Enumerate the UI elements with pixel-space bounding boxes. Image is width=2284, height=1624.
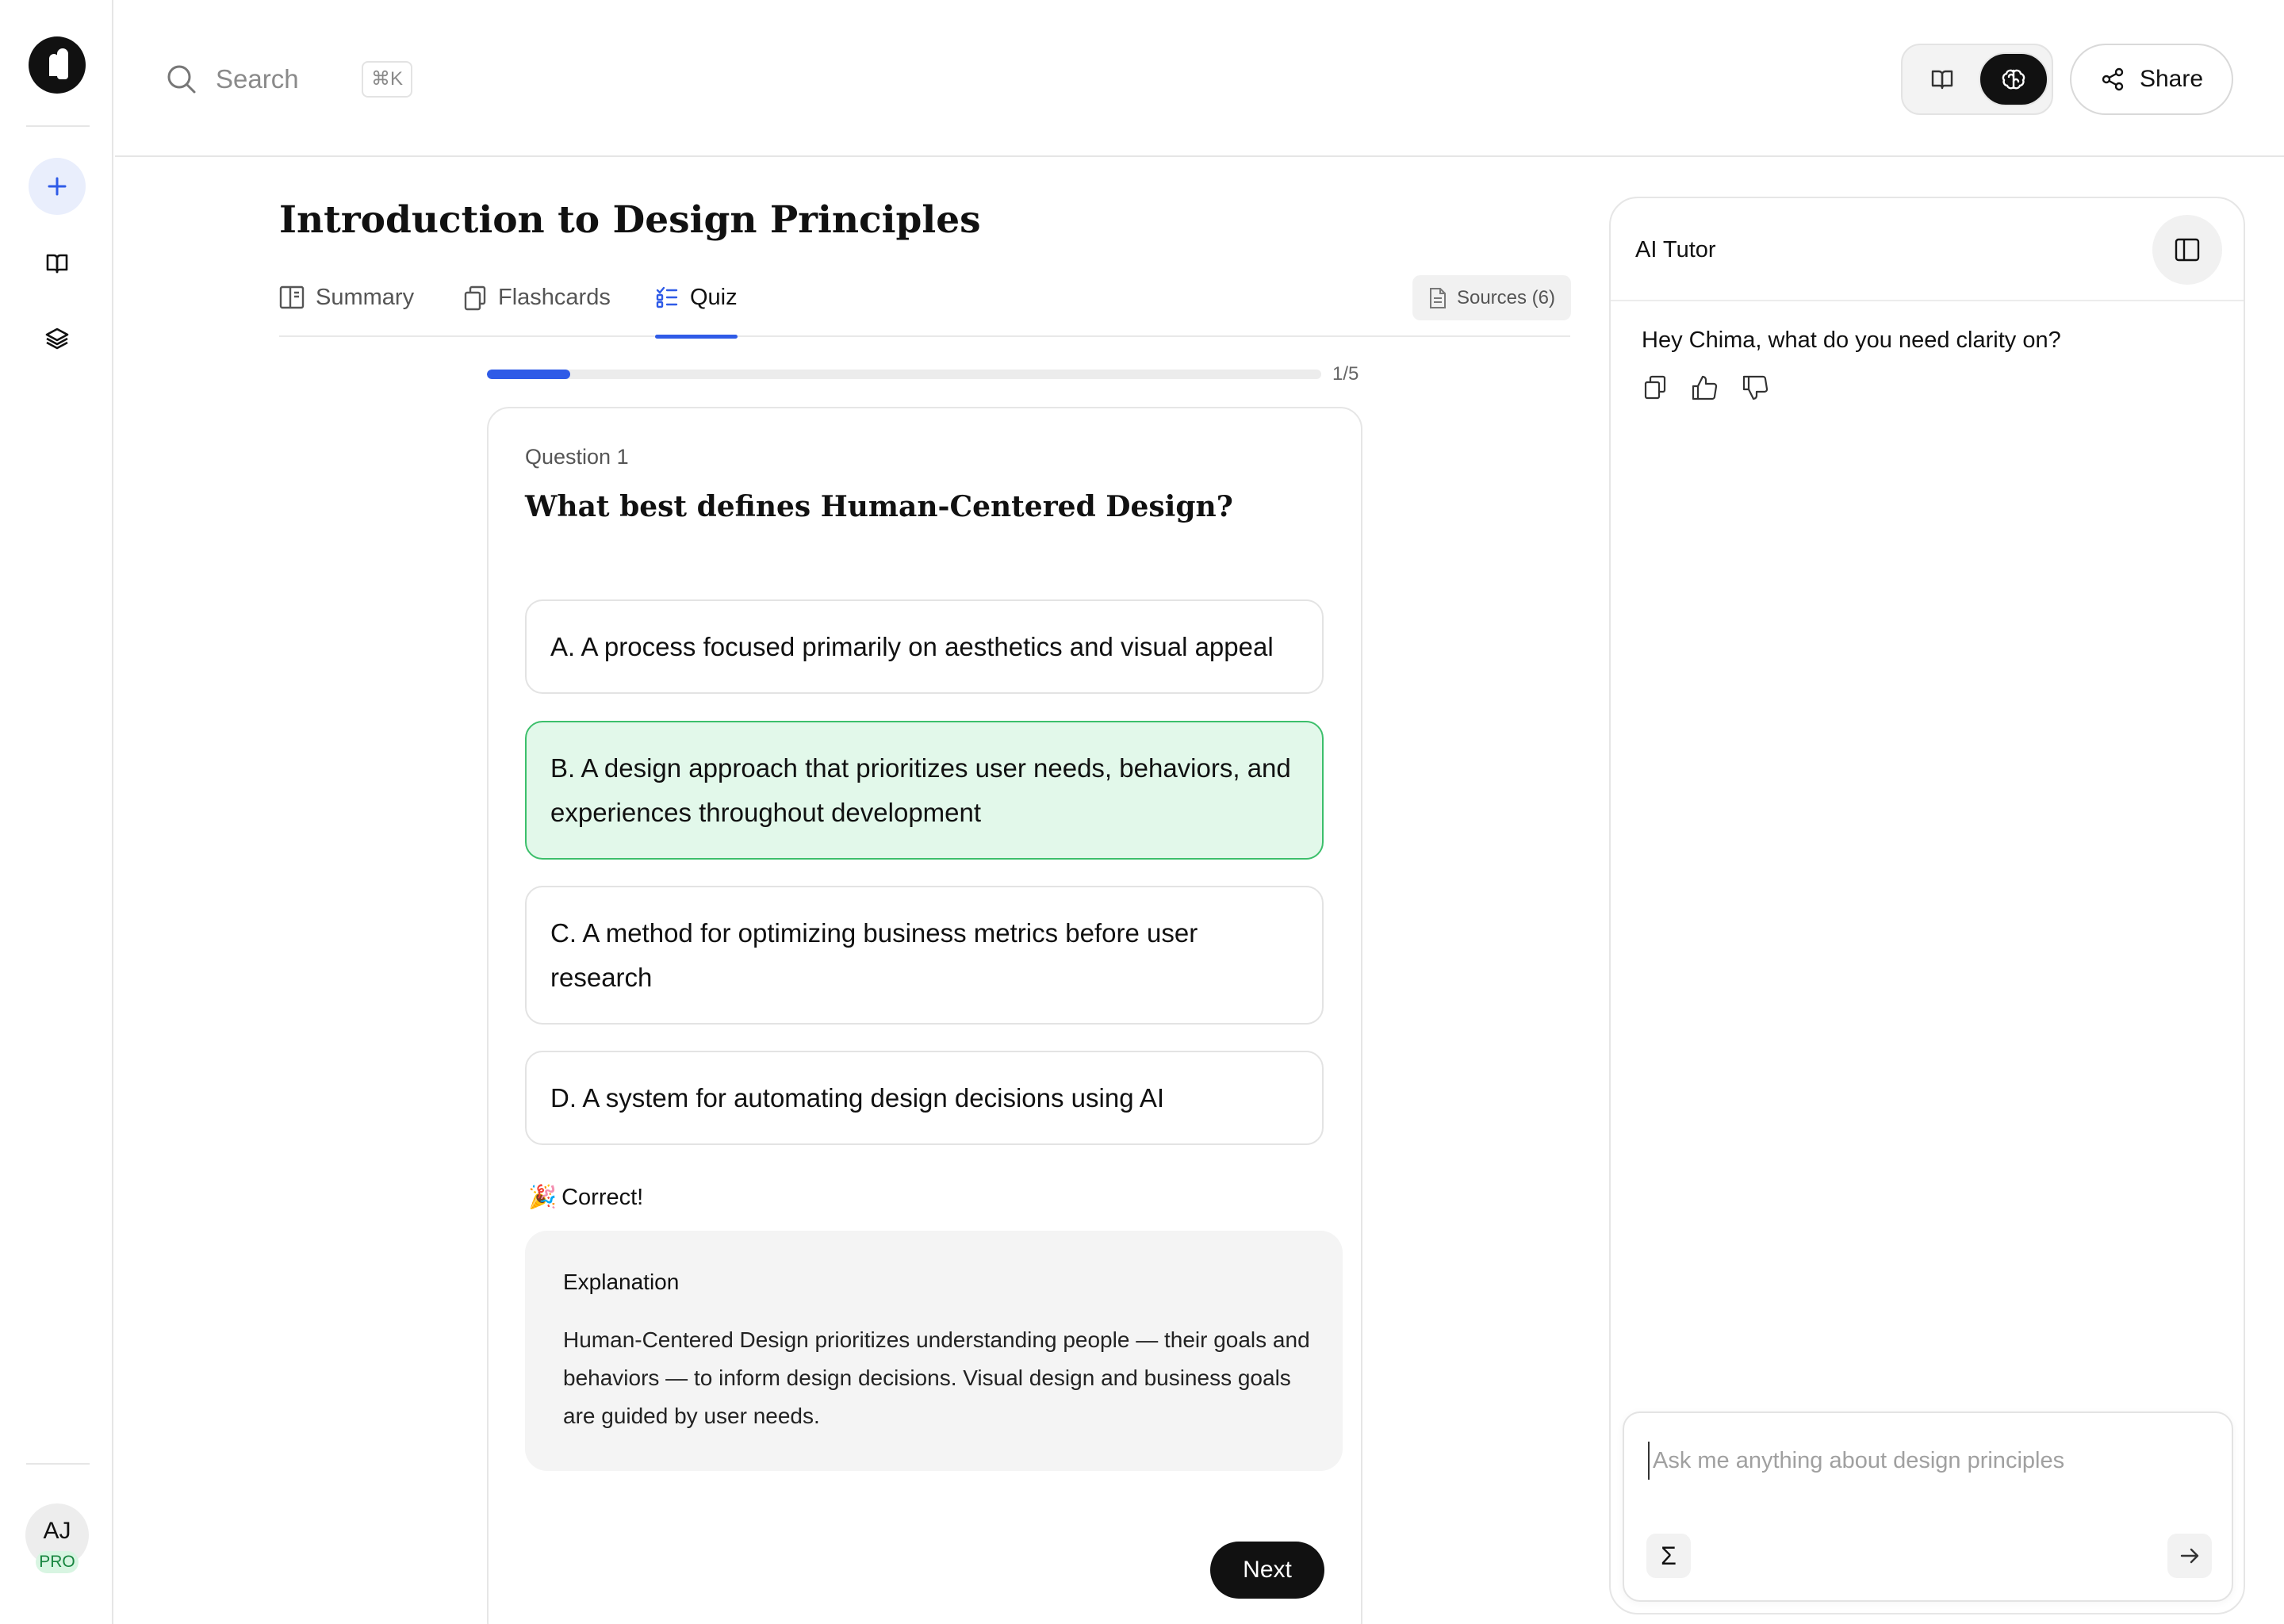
- chat-input[interactable]: [1648, 1442, 2203, 1480]
- question-text: What best defines Human-Centered Design?: [525, 490, 1233, 523]
- layers-icon: [45, 327, 69, 350]
- tutor-view-button[interactable]: [1979, 52, 2048, 106]
- left-rail: AJ PRO: [0, 0, 113, 1624]
- progress-count: 1/5: [1332, 363, 1359, 385]
- tab-quiz[interactable]: Quiz: [655, 276, 738, 339]
- answer-option-d[interactable]: D. A system for automating design decisi…: [525, 1051, 1324, 1145]
- new-button[interactable]: [29, 158, 86, 215]
- tutor-header: AI Tutor: [1611, 198, 2244, 301]
- checklist-icon: [656, 286, 678, 308]
- brain-icon: [2002, 69, 2025, 90]
- rail-divider: [26, 125, 90, 127]
- question-number: Question 1: [525, 445, 629, 469]
- reading-view-button[interactable]: [1907, 52, 1977, 106]
- tab-summary[interactable]: Summary: [279, 276, 414, 337]
- tab-label: Flashcards: [498, 285, 611, 310]
- option-text: C. A method for optimizing business metr…: [550, 917, 1198, 992]
- user-avatar[interactable]: AJ PRO: [25, 1503, 89, 1573]
- library-button[interactable]: [29, 235, 86, 292]
- top-bar: Search ⌘K Share: [115, 0, 2284, 157]
- search-input[interactable]: Search: [216, 63, 299, 95]
- option-text: B. A design approach that prioritizes us…: [550, 753, 1291, 827]
- tab-flashcards[interactable]: Flashcards: [463, 276, 611, 337]
- search-shortcut: ⌘K: [362, 61, 412, 98]
- page-title: Introduction to Design Principles: [279, 198, 981, 242]
- quiz-progress-bar: [487, 370, 1321, 379]
- rail-divider: [26, 1463, 90, 1465]
- next-button[interactable]: Next: [1210, 1542, 1324, 1599]
- explanation-box: Explanation Human-Centered Design priori…: [525, 1231, 1343, 1471]
- party-icon: 🎉: [528, 1185, 558, 1210]
- tutor-title: AI Tutor: [1635, 237, 1716, 262]
- tab-label: Summary: [316, 285, 415, 310]
- book-open-icon: [46, 254, 68, 274]
- answer-option-c[interactable]: C. A method for optimizing business metr…: [525, 886, 1324, 1025]
- sources-label: Sources (6): [1456, 286, 1556, 308]
- explanation-title: Explanation: [563, 1270, 680, 1294]
- copy-icon[interactable]: [1642, 374, 1669, 401]
- thumbs-up-icon[interactable]: [1691, 374, 1719, 401]
- arrow-right-icon: [2180, 1548, 2199, 1564]
- tab-label: Quiz: [690, 285, 738, 310]
- chat-composer: Σ: [1623, 1411, 2233, 1602]
- sidebar-icon: [2175, 238, 2200, 262]
- ai-tutor-panel: AI Tutor Hey Chima, what do you need cla…: [1609, 197, 2245, 1614]
- pro-badge: PRO: [36, 1551, 79, 1573]
- math-button[interactable]: Σ: [1646, 1534, 1691, 1578]
- content-tabs: Summary Flashcards Quiz: [279, 276, 1570, 339]
- cards-icon: [464, 285, 486, 311]
- tutor-message: Hey Chima, what do you need clarity on?: [1642, 327, 2061, 353]
- view-toggle: [1901, 44, 2053, 115]
- thumbs-down-icon[interactable]: [1742, 374, 1770, 401]
- answer-option-b[interactable]: B. A design approach that prioritizes us…: [525, 721, 1324, 860]
- plus-icon: [48, 177, 67, 196]
- message-actions: [1642, 374, 1770, 401]
- panel-toggle-button[interactable]: [2152, 215, 2222, 285]
- share-button[interactable]: Share: [2070, 44, 2233, 115]
- document-icon: [1429, 287, 1446, 308]
- summary-icon: [279, 285, 305, 309]
- option-text: D. A system for automating design decisi…: [550, 1082, 1165, 1113]
- sources-button[interactable]: Sources (6): [1412, 275, 1571, 320]
- answer-option-a[interactable]: A. A process focused primarily on aesthe…: [525, 599, 1324, 694]
- share-icon: [2102, 67, 2124, 91]
- option-text: A. A process focused primarily on aesthe…: [550, 631, 1274, 661]
- book-open-icon: [1931, 70, 1953, 90]
- answer-feedback: 🎉 Correct!: [528, 1183, 643, 1212]
- send-button[interactable]: [2167, 1534, 2212, 1578]
- feedback-text: Correct!: [561, 1185, 644, 1210]
- explanation-text: Human-Centered Design prioritizes unders…: [563, 1327, 1310, 1428]
- app-logo[interactable]: [29, 36, 86, 94]
- share-label: Share: [2139, 66, 2204, 92]
- layers-button[interactable]: [29, 310, 86, 367]
- search-icon: [167, 65, 196, 94]
- progress-fill: [487, 370, 571, 379]
- avatar-initials: AJ: [43, 1518, 71, 1544]
